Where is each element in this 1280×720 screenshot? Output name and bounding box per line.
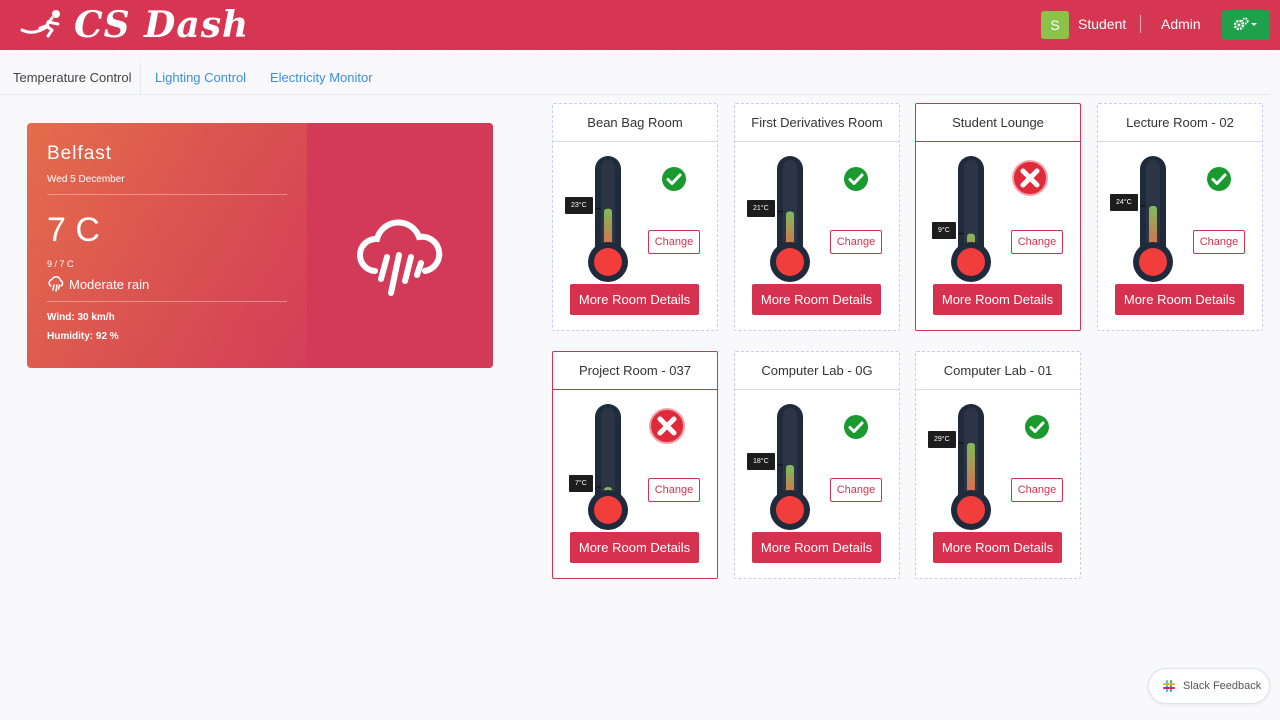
check-ok-icon — [843, 414, 869, 445]
weather-condition-text: Moderate rain — [69, 276, 150, 292]
room-name: Computer Lab - 01 — [916, 352, 1080, 390]
more-room-details-button[interactable]: More Room Details — [570, 284, 699, 315]
change-temperature-button[interactable]: Change — [1011, 230, 1063, 254]
gears-icon — [1233, 16, 1259, 34]
tab-electricity-monitor[interactable]: Electricity Monitor — [270, 70, 373, 85]
top-header: CS Dash S Student Admin — [0, 0, 1280, 50]
logo-text: CS Dash — [74, 4, 250, 46]
more-room-details-button[interactable]: More Room Details — [752, 532, 881, 563]
check-ok-icon — [1024, 414, 1050, 445]
check-ok-icon — [843, 166, 869, 197]
room-card: Student Lounge 9°C Change More Room Deta… — [915, 103, 1081, 331]
change-temperature-button[interactable]: Change — [1011, 478, 1063, 502]
change-temperature-button[interactable]: Change — [648, 478, 700, 502]
small-rain-cloud-icon — [47, 276, 65, 292]
weather-date: Wed 5 December — [47, 174, 125, 185]
thermometer — [565, 156, 655, 291]
weather-wind: Wind: 30 km/h — [47, 312, 115, 323]
slack-feedback-button[interactable]: Slack Feedback — [1148, 668, 1270, 704]
check-ok-icon — [1206, 166, 1232, 197]
weather-condition: Moderate rain — [47, 276, 149, 292]
change-temperature-button[interactable]: Change — [1193, 230, 1245, 254]
temperature-label: 23°C — [565, 196, 593, 214]
tab-lighting-control[interactable]: Lighting Control — [155, 70, 246, 85]
slack-feedback-label: Slack Feedback — [1183, 680, 1262, 692]
weather-humidity: Humidity: 92 % — [47, 331, 119, 342]
admin-link[interactable]: Admin — [1161, 16, 1201, 32]
weather-temperature: 7 C — [47, 211, 100, 249]
more-room-details-button[interactable]: More Room Details — [570, 532, 699, 563]
error-x-icon — [1011, 159, 1049, 202]
room-card: Lecture Room - 02 24°C Change More Room … — [1097, 103, 1263, 331]
error-x-icon — [648, 407, 686, 450]
weather-range: 9 / 7 C — [47, 259, 74, 269]
temperature-label: 18°C — [747, 453, 775, 471]
thermometer — [928, 404, 1018, 539]
more-room-details-button[interactable]: More Room Details — [1115, 284, 1244, 315]
temperature-label: 21°C — [747, 199, 775, 217]
room-card: Computer Lab - 01 29°C Change More Room … — [915, 351, 1081, 579]
room-card: Project Room - 037 7°C Change More Room … — [552, 351, 718, 579]
room-name: Project Room - 037 — [553, 352, 717, 390]
divider — [47, 194, 287, 195]
temperature-label: 7°C — [569, 475, 593, 493]
header-divider — [1140, 15, 1141, 33]
change-temperature-button[interactable]: Change — [648, 230, 700, 254]
room-name: Lecture Room - 02 — [1098, 104, 1262, 142]
room-card: Bean Bag Room 23°C Change More Room Deta… — [552, 103, 718, 331]
runner-icon — [18, 8, 66, 43]
room-name: First Derivatives Room — [735, 104, 899, 142]
thermometer — [747, 404, 837, 539]
user-name[interactable]: Student — [1078, 16, 1126, 32]
rain-cloud-icon — [355, 213, 445, 308]
more-room-details-button[interactable]: More Room Details — [933, 284, 1062, 315]
room-name: Student Lounge — [916, 104, 1080, 142]
more-room-details-button[interactable]: More Room Details — [933, 532, 1062, 563]
weather-card: Belfast Wed 5 December 7 C 9 / 7 C Moder… — [27, 123, 493, 368]
slack-icon — [1163, 680, 1175, 692]
room-card: Computer Lab - 0G 18°C Change More Room … — [734, 351, 900, 579]
temperature-label: 24°C — [1110, 194, 1138, 211]
temperature-label: 29°C — [928, 430, 956, 448]
room-name: Bean Bag Room — [553, 104, 717, 142]
room-card: First Derivatives Room 21°C Change More … — [734, 103, 900, 331]
tab-bar: Temperature Control Lighting Control Ele… — [0, 62, 1270, 95]
tab-temperature-control[interactable]: Temperature Control — [13, 70, 132, 85]
settings-dropdown-button[interactable] — [1222, 10, 1270, 40]
change-temperature-button[interactable]: Change — [830, 478, 882, 502]
divider — [47, 301, 287, 302]
avatar[interactable]: S — [1041, 11, 1069, 39]
thermometer — [1110, 156, 1200, 291]
temperature-label: 9°C — [932, 221, 956, 239]
weather-city: Belfast — [47, 143, 113, 164]
tab-divider — [140, 62, 141, 94]
more-room-details-button[interactable]: More Room Details — [752, 284, 881, 315]
room-name: Computer Lab - 0G — [735, 352, 899, 390]
change-temperature-button[interactable]: Change — [830, 230, 882, 254]
check-ok-icon — [661, 166, 687, 197]
app-logo[interactable]: CS Dash — [18, 4, 250, 46]
thermometer — [747, 156, 837, 291]
thermometer — [565, 404, 655, 539]
